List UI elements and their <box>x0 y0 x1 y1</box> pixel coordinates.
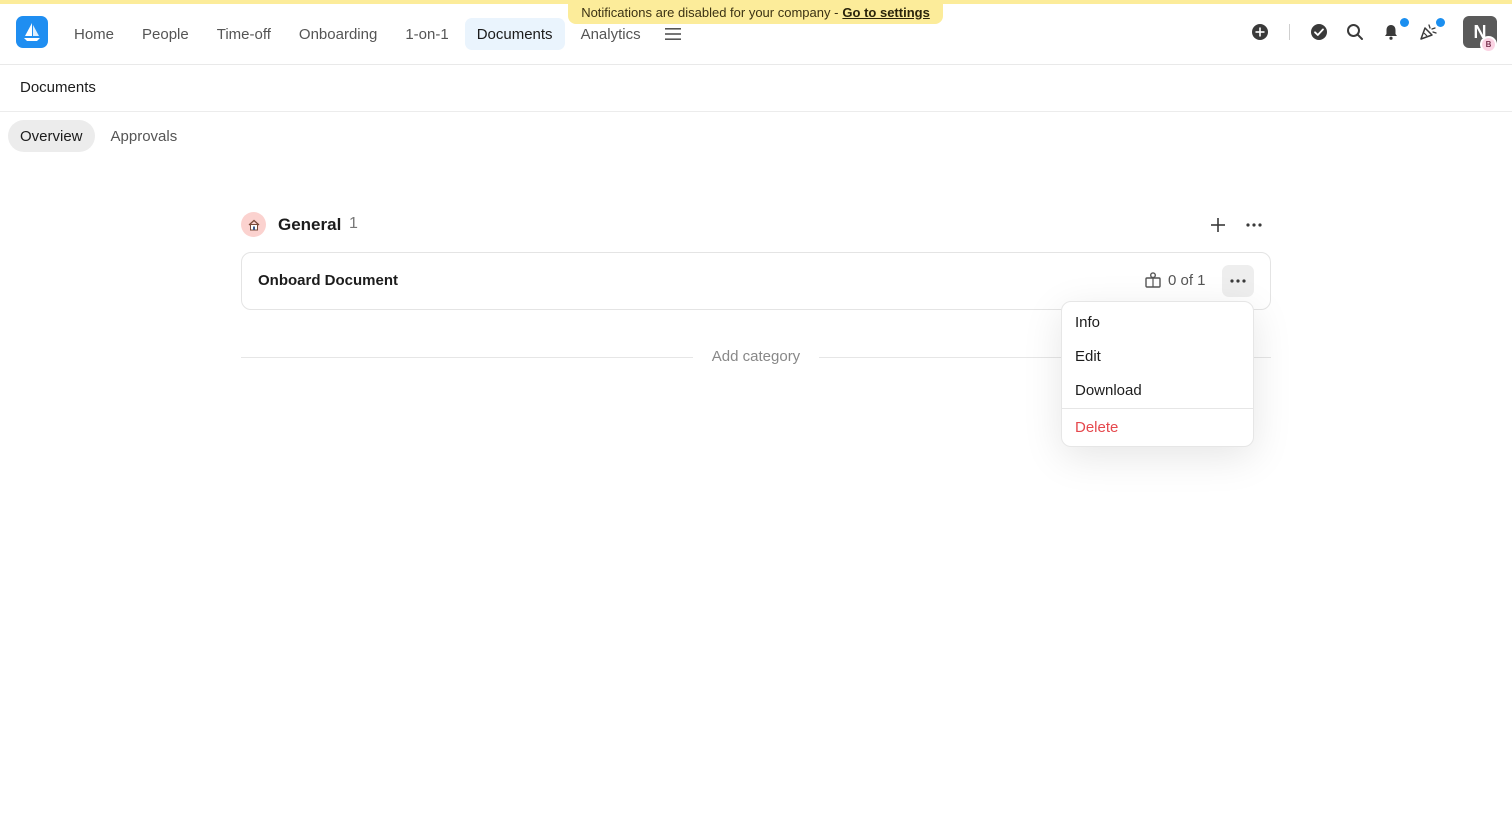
page-subheader: Documents <box>0 65 1512 112</box>
avatar-badge: B <box>1480 36 1497 53</box>
signature-status: 0 of 1 <box>1144 271 1206 289</box>
check-circle-icon[interactable] <box>1306 19 1332 45</box>
menu-item-download[interactable]: Download <box>1062 373 1253 407</box>
header-actions: N B <box>0 16 1512 56</box>
top-header: Home People Time-off Onboarding 1-on-1 D… <box>0 4 1512 65</box>
category-count: 1 <box>349 215 358 232</box>
category-more-button[interactable] <box>1241 212 1267 238</box>
category-title: General <box>278 215 342 234</box>
signature-count: 0 of 1 <box>1168 271 1206 289</box>
celebration-notification-dot <box>1436 18 1445 27</box>
menu-item-edit[interactable]: Edit <box>1062 339 1253 373</box>
add-document-button[interactable] <box>1205 212 1231 238</box>
category-header: General 1 <box>241 212 1271 238</box>
plus-icon <box>1211 218 1225 232</box>
document-actions-menu: Info Edit Download Delete <box>1061 301 1254 447</box>
more-horizontal-icon <box>1246 223 1262 227</box>
signature-icon <box>1145 272 1161 288</box>
document-more-button[interactable] <box>1222 265 1254 297</box>
menu-item-delete[interactable]: Delete <box>1062 410 1253 444</box>
document-title: Onboard Document <box>258 272 399 289</box>
add-category-button[interactable]: Add category <box>696 348 816 365</box>
bell-notification-dot <box>1400 18 1409 27</box>
menu-divider <box>1062 408 1253 409</box>
category-house-icon <box>241 212 266 237</box>
page-title: Documents <box>20 79 96 96</box>
tab-approvals[interactable]: Approvals <box>99 120 190 152</box>
add-category-divider-left <box>241 357 693 358</box>
page-tabs: Overview Approvals <box>8 120 189 152</box>
more-horizontal-icon <box>1230 279 1246 283</box>
menu-item-info[interactable]: Info <box>1062 305 1253 339</box>
search-icon[interactable] <box>1342 19 1368 45</box>
header-divider <box>1289 24 1290 40</box>
plus-circle-icon[interactable] <box>1247 19 1273 45</box>
tab-overview[interactable]: Overview <box>8 120 95 152</box>
